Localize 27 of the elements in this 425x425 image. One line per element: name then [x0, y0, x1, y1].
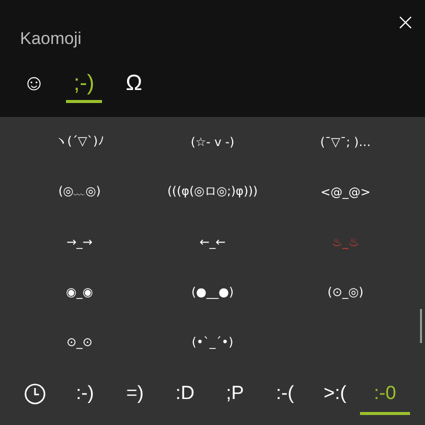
- clock-icon: [24, 383, 46, 406]
- kaomoji-item[interactable]: (⊙_◎): [279, 266, 412, 317]
- category-button[interactable]: ;P: [210, 376, 260, 415]
- kaomoji-item[interactable]: ヽ(ˊ▽ˋ)ﾉ: [13, 116, 146, 167]
- category-tab[interactable]: ;-): [66, 65, 102, 103]
- category-button[interactable]: >:(: [310, 376, 360, 415]
- category-button[interactable]: :D: [160, 376, 210, 415]
- kaomoji-item[interactable]: (¯▽¯; )…: [279, 116, 412, 167]
- category-button[interactable]: :-(: [260, 376, 310, 415]
- category-button[interactable]: =): [110, 376, 160, 415]
- kaomoji-item[interactable]: (☆- v -): [146, 116, 279, 167]
- kaomoji-item[interactable]: ←_←: [146, 216, 279, 267]
- kaomoji-item[interactable]: (•`_´•): [146, 316, 279, 367]
- kaomoji-item[interactable]: ◉_◉: [13, 266, 146, 317]
- kaomoji-item[interactable]: (●__●): [146, 266, 279, 317]
- scrollbar[interactable]: [420, 308, 422, 343]
- close-icon[interactable]: [399, 16, 412, 29]
- category-tab[interactable]: Ω: [116, 65, 152, 103]
- category-button[interactable]: :-): [60, 376, 110, 415]
- kaomoji-item[interactable]: (◎﹏◎): [13, 166, 146, 217]
- panel-title: Kaomoji: [20, 29, 82, 49]
- category-tab[interactable]: ☺: [16, 65, 52, 103]
- kaomoji-item[interactable]: →_→: [13, 216, 146, 267]
- kaomoji-item[interactable]: (((φ(◎ロ◎;)φ))): [146, 166, 279, 217]
- kaomoji-item[interactable]: <@_@>: [279, 166, 412, 217]
- kaomoji-item[interactable]: ⊙_⊙: [13, 316, 146, 367]
- category-button[interactable]: :-0: [360, 376, 410, 415]
